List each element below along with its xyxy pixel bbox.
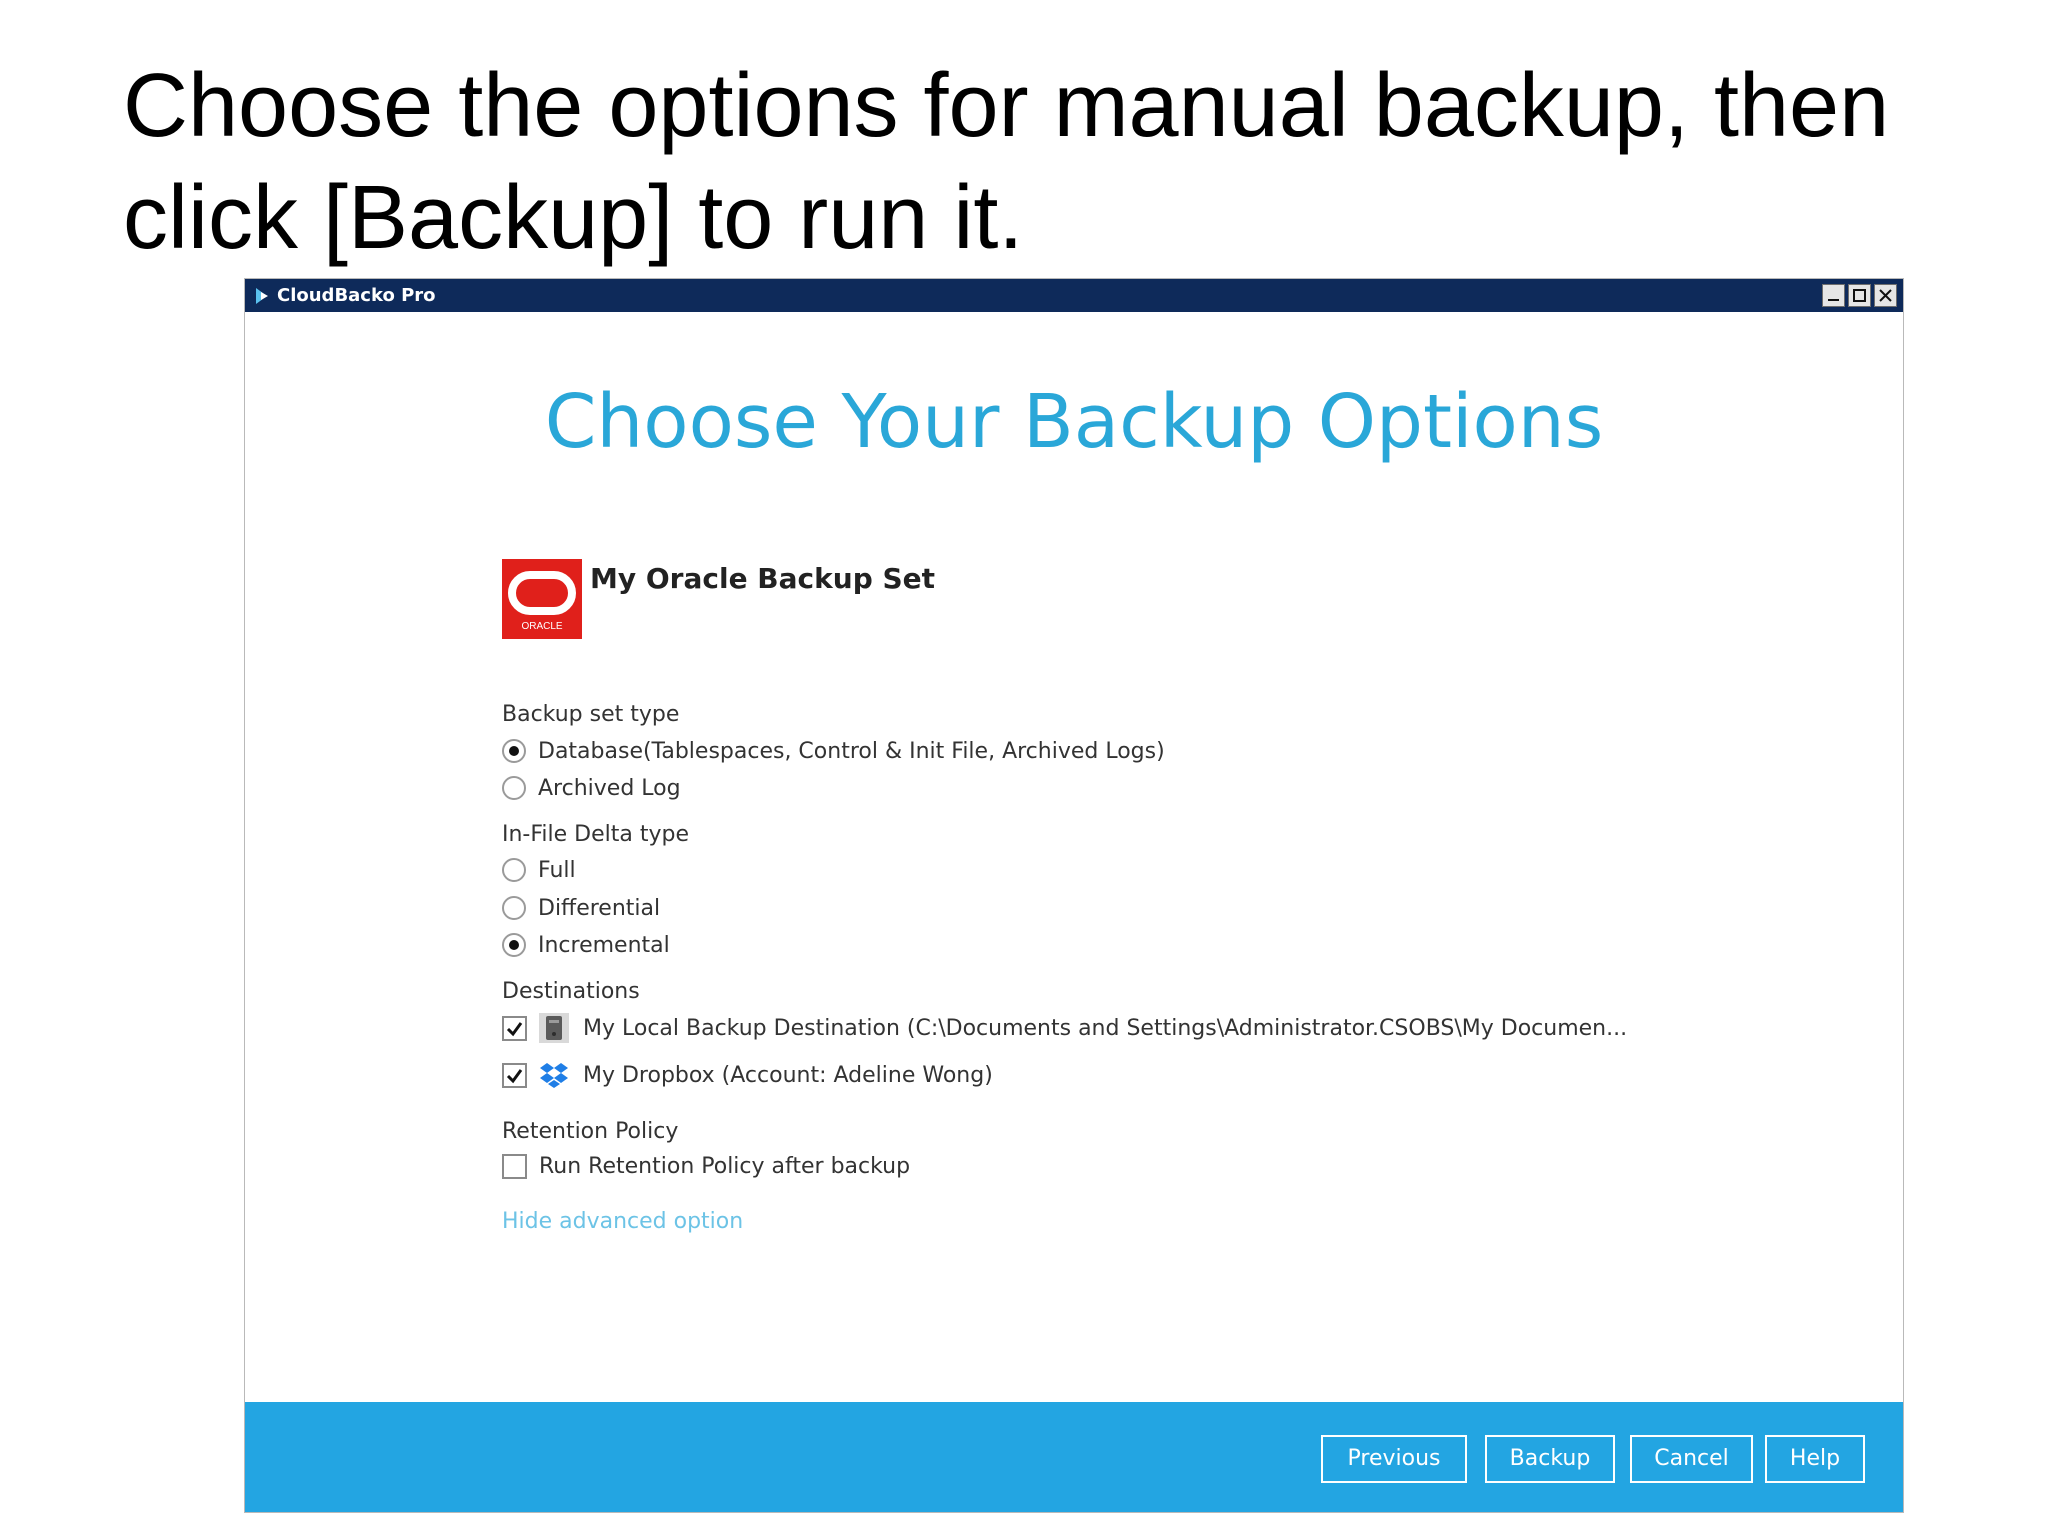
radio-button[interactable] [502,858,526,882]
in-file-delta-label: In-File Delta type [502,822,690,847]
window-controls [1822,284,1897,307]
title-bar[interactable]: CloudBacko Pro [245,279,1903,312]
close-icon [1879,289,1892,302]
radio-differential[interactable]: Differential [502,894,660,922]
radio-button[interactable] [502,896,526,920]
checkbox-checked[interactable] [502,1062,527,1088]
maximize-icon [1853,289,1866,302]
radio-incremental[interactable]: Incremental [502,931,670,959]
radio-database[interactable]: Database(Tablespaces, Control & Init Fil… [502,737,1165,765]
radio-full-label: Full [538,857,576,883]
backup-set-type-label: Backup set type [502,702,680,727]
cloudbacko-logo-icon [256,288,268,304]
backup-button[interactable]: Backup [1485,1435,1615,1483]
destination-local[interactable]: My Local Backup Destination (C:\Document… [502,1011,1627,1045]
page-heading: Choose Your Backup Options [544,379,1604,465]
minimize-icon [1828,299,1839,301]
app-name: CloudBacko Pro [277,285,436,306]
radio-database-label: Database(Tablespaces, Control & Init Fil… [538,738,1165,764]
destination-local-label: My Local Backup Destination (C:\Document… [583,1015,1628,1041]
destination-dropbox[interactable]: My Dropbox (Account: Adeline Wong) [502,1058,993,1092]
help-button[interactable]: Help [1765,1435,1865,1483]
radio-differential-label: Differential [538,895,661,921]
radio-button-selected[interactable] [502,933,526,957]
radio-button[interactable] [502,776,526,800]
radio-incremental-label: Incremental [538,932,670,958]
backup-set-name: My Oracle Backup Set [590,562,936,595]
checkmark-icon [506,1068,523,1083]
oracle-logo-text: ORACLE [521,621,562,632]
destinations-label: Destinations [502,979,640,1004]
minimize-button[interactable] [1822,284,1845,307]
close-button[interactable] [1874,284,1897,307]
retention-option[interactable]: Run Retention Policy after backup [502,1152,910,1180]
previous-button[interactable]: Previous [1321,1435,1467,1483]
hide-advanced-option-link[interactable]: Hide advanced option [502,1209,743,1234]
radio-archived-log[interactable]: Archived Log [502,774,681,802]
destination-dropbox-label: My Dropbox (Account: Adeline Wong) [583,1062,993,1088]
retention-policy-label: Retention Policy [502,1119,679,1144]
maximize-button[interactable] [1848,284,1871,307]
oracle-logo-icon: ORACLE [502,559,582,639]
checkbox-checked[interactable] [502,1015,527,1041]
app-window: CloudBacko Pro Choose Your Backup Option… [244,278,1904,1513]
local-drive-icon [539,1013,569,1043]
cancel-button[interactable]: Cancel [1630,1435,1753,1483]
checkbox-unchecked[interactable] [502,1153,527,1179]
footer-bar: Previous Backup Cancel Help [245,1402,1903,1512]
radio-full[interactable]: Full [502,856,576,884]
dropbox-icon [540,1063,568,1088]
radio-button-selected[interactable] [502,739,526,763]
slide-title: Choose the options for manual backup, th… [123,56,1890,268]
checkmark-icon [506,1021,523,1036]
radio-archived-log-label: Archived Log [538,775,681,801]
retention-option-label: Run Retention Policy after backup [539,1153,911,1179]
